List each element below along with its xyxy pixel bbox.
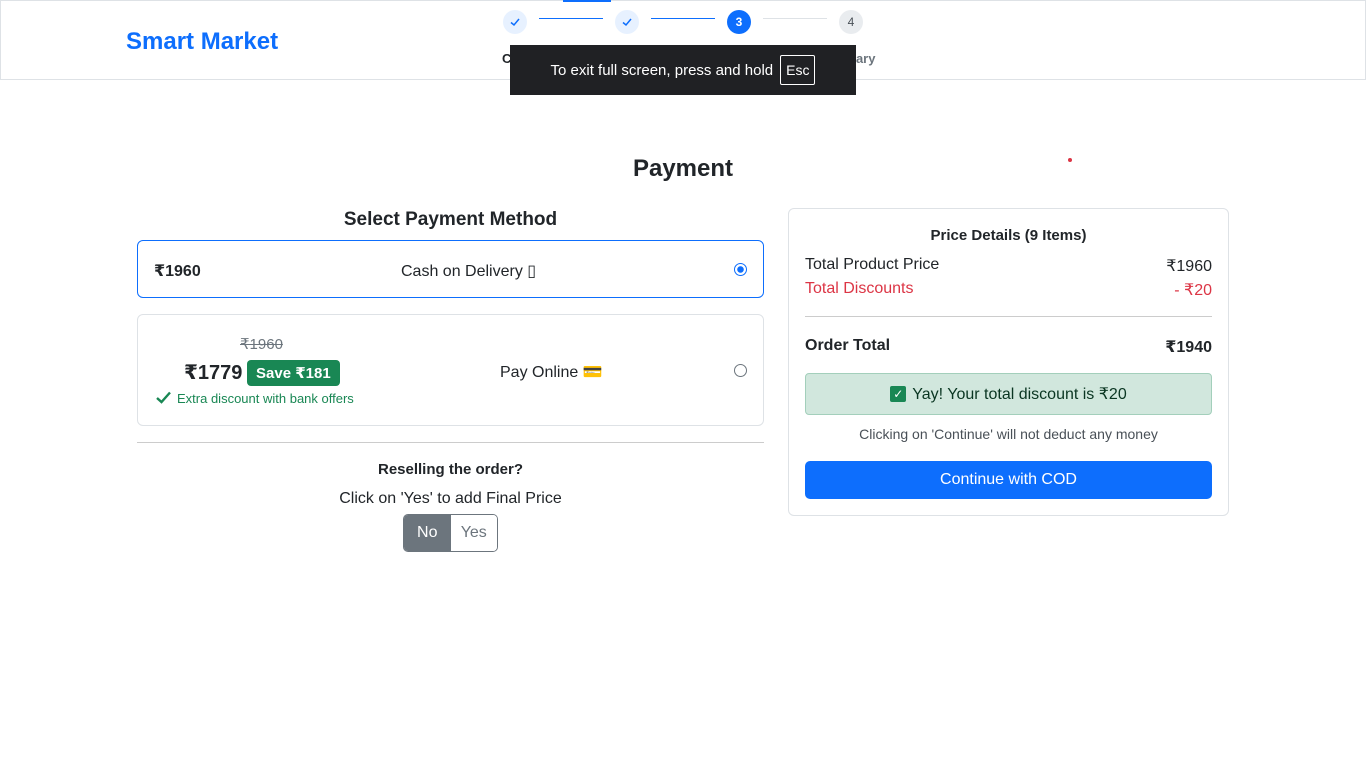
- fullscreen-exit-toast: To exit full screen, press and hold Esc: [510, 45, 856, 95]
- cod-radio[interactable]: [734, 263, 747, 276]
- total-discounts-label: Total Discounts: [805, 280, 914, 297]
- continue-button[interactable]: Continue with COD: [805, 461, 1212, 499]
- total-discounts-value: - ₹20: [1174, 282, 1212, 299]
- continue-note: Clicking on 'Continue' will not deduct a…: [859, 426, 1158, 442]
- red-dot: [1068, 158, 1072, 162]
- order-total-label: Order Total: [805, 337, 891, 354]
- step-connector: [539, 18, 603, 19]
- reselling-yes-button[interactable]: Yes: [450, 515, 497, 551]
- reselling-no-button[interactable]: No: [404, 515, 451, 551]
- step-4: 4: [839, 10, 863, 34]
- total-product-label: Total Product Price: [805, 256, 940, 273]
- progress-top-marker: [563, 0, 611, 2]
- price-details-title: Price Details (9 Items): [930, 227, 1087, 244]
- payment-method-title: Select Payment Method: [343, 209, 558, 230]
- divider: [137, 442, 764, 443]
- pay-online-label: Pay Online 💳: [500, 364, 603, 381]
- online-radio[interactable]: [734, 364, 747, 377]
- order-total-value: ₹1940: [1165, 339, 1212, 356]
- step-connector: [763, 18, 827, 19]
- bank-offer-text: Extra discount with bank offers: [177, 391, 354, 406]
- total-product-value: ₹1960: [1166, 258, 1212, 275]
- brand-logo[interactable]: Smart Market: [126, 28, 278, 56]
- step-2-check-icon: [615, 10, 639, 34]
- step-1-check-icon: [503, 10, 527, 34]
- step-connector: [651, 18, 715, 19]
- checkbox-check-icon: ✓: [890, 386, 907, 402]
- divider: [805, 316, 1212, 317]
- reselling-instruction: Click on 'Yes' to add Final Price: [339, 490, 562, 507]
- page-title: Payment: [632, 155, 734, 182]
- reselling-toggle: No Yes: [403, 514, 498, 552]
- save-badge: Save ₹181: [247, 360, 340, 386]
- cod-label: Cash on Delivery ▯: [401, 263, 537, 280]
- step-3: 3: [727, 10, 751, 34]
- discount-alert: ✓ Yay! Your total discount is ₹20: [805, 373, 1212, 415]
- fullscreen-toast-text: To exit full screen, press and hold: [550, 61, 774, 79]
- check-icon: [156, 391, 171, 409]
- online-price: ₹1779: [184, 362, 243, 384]
- esc-key: Esc: [780, 55, 816, 85]
- cod-price: ₹1960: [154, 263, 201, 280]
- discount-alert-text: Yay! Your total discount is ₹20: [912, 386, 1127, 403]
- reselling-question: Reselling the order?: [377, 461, 524, 478]
- online-original-price: ₹1960: [240, 336, 283, 353]
